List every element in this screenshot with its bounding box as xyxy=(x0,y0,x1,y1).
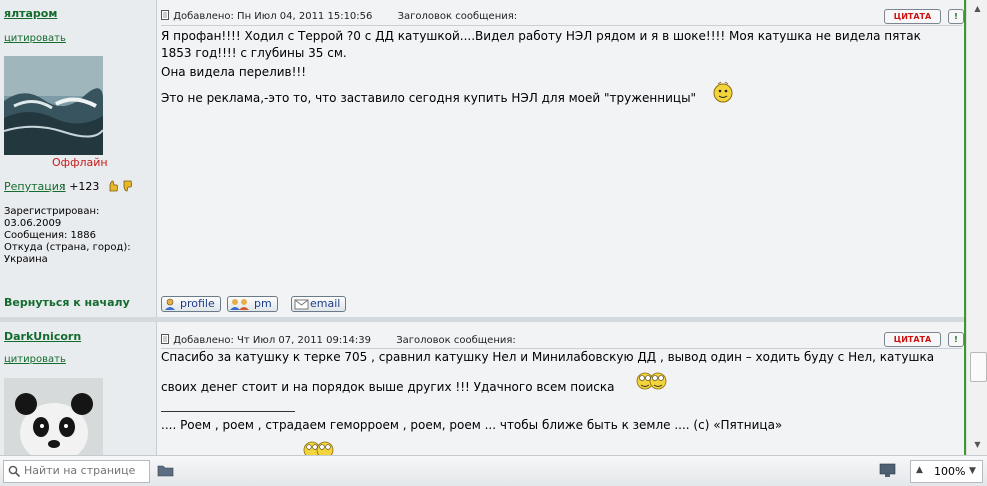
post-1: ялтаром цитировать Оффлайн Репутация : +… xyxy=(0,0,966,287)
zoom-dropdown-icon[interactable]: ▼ xyxy=(969,461,976,482)
report-button-label: ! xyxy=(954,12,958,21)
post-line-4: Это не реклама,-это то, что заставило се… xyxy=(161,91,697,105)
footer-right: profile pm email xyxy=(157,287,966,317)
quote-button-label: ЦИТАТА xyxy=(893,335,932,344)
post-body-panel: Добавлено: Пн Июл 04, 2011 15:10:56 Заго… xyxy=(157,0,966,287)
post-header: Добавлено: Пн Июл 04, 2011 15:10:56 Заго… xyxy=(161,10,517,22)
quote-author-link[interactable]: цитировать xyxy=(4,33,66,44)
message-count: Сообщения: 1886 xyxy=(4,230,97,241)
post-2: DarkUnicorn цитировать Добавлено: Чт Июл… xyxy=(0,322,966,455)
footer-left: Вернуться к началу xyxy=(0,287,157,317)
zoom-up-arrow-icon[interactable]: ▲ xyxy=(916,460,923,481)
post-line-2: 1853 год!!!! с глубины 35 см. xyxy=(161,46,347,60)
author-panel: DarkUnicorn цитировать xyxy=(0,322,157,455)
zoom-level: 100% xyxy=(934,465,966,478)
post-header: Добавлено: Чт Июл 07, 2011 09:14:39 Заго… xyxy=(161,334,516,346)
author-name[interactable]: ялтаром xyxy=(4,7,57,20)
scroll-thumb[interactable] xyxy=(970,352,987,382)
post-icon xyxy=(161,334,169,344)
find-input[interactable] xyxy=(24,462,142,479)
signature-separator xyxy=(161,411,295,412)
monitor-icon[interactable] xyxy=(879,463,899,478)
post-line-1: Я профан!!!! Ходил с Террой ?0 с ДД кату… xyxy=(161,29,921,43)
reputation-link[interactable]: Репутация xyxy=(4,181,66,193)
pm-button[interactable]: pm xyxy=(227,296,278,312)
reputation-vote-icon[interactable] xyxy=(106,179,132,193)
report-button-label: ! xyxy=(954,335,958,344)
envelope-icon xyxy=(294,299,309,310)
quote-button[interactable]: ЦИТАТА xyxy=(884,332,941,347)
smiley-icon xyxy=(713,81,733,103)
post-date: Добавлено: Пн Июл 04, 2011 15:10:56 xyxy=(173,11,373,22)
profile-button[interactable]: profile xyxy=(161,296,221,312)
email-button[interactable]: email xyxy=(291,296,347,312)
vertical-scrollbar[interactable]: ▲ ▼ xyxy=(966,0,987,455)
signature-smiley-icon xyxy=(303,441,334,455)
avatar xyxy=(4,56,103,155)
back-to-top-link[interactable]: Вернуться к началу xyxy=(4,296,130,309)
registered-date: 03.06.2009 xyxy=(4,218,62,229)
user-icon xyxy=(165,298,175,310)
zoom-control[interactable]: ▲ 100% ▼ xyxy=(910,460,983,483)
folder-icon[interactable] xyxy=(157,463,175,478)
post-line-1: Спасибо за катушку к терке 705 , сравнил… xyxy=(161,350,935,364)
location-value: Украина xyxy=(4,254,48,265)
author-panel: ялтаром цитировать Оффлайн Репутация : +… xyxy=(0,0,157,287)
scroll-down-arrow-icon[interactable]: ▼ xyxy=(970,437,985,452)
profile-button-label: profile xyxy=(180,297,215,310)
find-bar xyxy=(3,460,150,483)
location-label: Откуда (страна, город): xyxy=(4,242,131,253)
search-icon xyxy=(8,465,21,478)
quote-author-link[interactable]: цитировать xyxy=(4,354,66,365)
report-button[interactable]: ! xyxy=(948,9,964,24)
signature-text: .... Роем , роем , страдаем геморроем , … xyxy=(161,418,783,432)
post-line-3: Она видела перелив!!! xyxy=(161,65,307,79)
quote-button[interactable]: ЦИТАТА xyxy=(884,9,941,24)
report-button[interactable]: ! xyxy=(948,332,964,347)
status-badge: Оффлайн xyxy=(52,156,108,169)
quote-button-label: ЦИТАТА xyxy=(893,12,932,21)
post-line-2: своих денег стоит и на порядок выше друг… xyxy=(161,380,615,394)
avatar xyxy=(4,378,103,455)
post-1-footer: Вернуться к началу profile pm email xyxy=(0,287,966,317)
pm-button-label: pm xyxy=(254,297,272,310)
scroll-up-arrow-icon[interactable]: ▲ xyxy=(970,1,985,16)
smiley-group-icon xyxy=(636,372,667,390)
author-name[interactable]: DarkUnicorn xyxy=(4,330,81,343)
reputation-value: : +123 xyxy=(62,180,100,193)
divider xyxy=(161,25,962,26)
subject-label: Заголовок сообщения: xyxy=(397,11,518,22)
post-date: Добавлено: Чт Июл 07, 2011 09:14:39 xyxy=(173,335,372,346)
users-icon xyxy=(230,299,249,310)
post-body-panel: Добавлено: Чт Июл 07, 2011 09:14:39 Заго… xyxy=(157,322,966,455)
post-icon xyxy=(161,10,169,20)
registered-label: Зарегистрирован: xyxy=(4,206,100,217)
status-bar: ▲ 100% ▼ xyxy=(0,455,987,486)
subject-label: Заголовок сообщения: xyxy=(396,335,516,346)
email-button-label: email xyxy=(310,297,341,310)
forum-page: ялтаром цитировать Оффлайн Репутация : +… xyxy=(0,0,966,455)
